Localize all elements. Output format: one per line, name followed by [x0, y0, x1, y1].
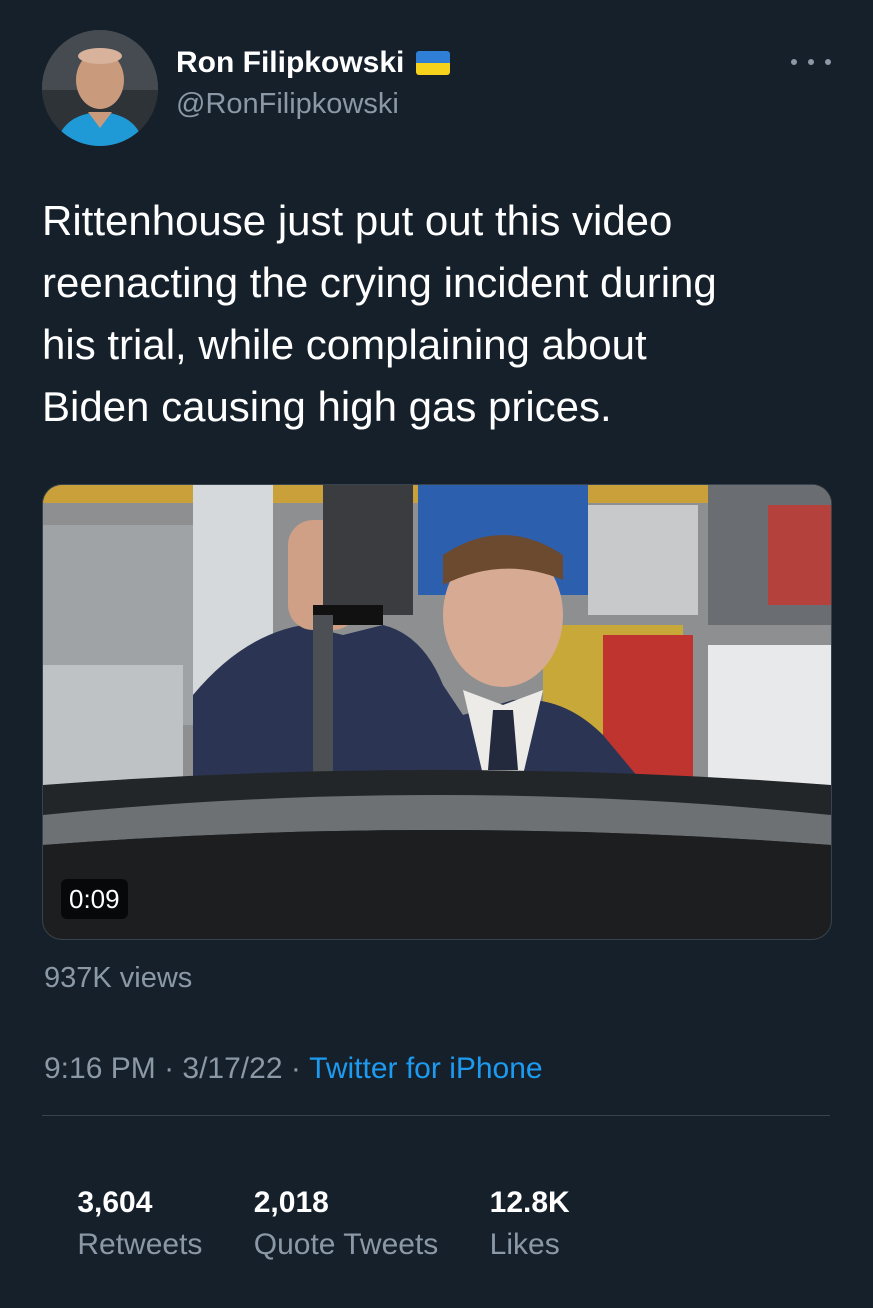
author-name-row: Ron Filipkowski: [176, 44, 451, 82]
quote-tweets-count: 2,018: [253, 1186, 329, 1219]
avatar-image: [42, 30, 158, 146]
author-name[interactable]: Ron Filipkowski: [176, 44, 404, 82]
meta-separator: ·: [155, 1052, 183, 1085]
tweet-time[interactable]: 9:16 PM: [44, 1048, 156, 1090]
meta-separator: ·: [282, 1052, 310, 1085]
author-avatar[interactable]: [42, 30, 158, 146]
likes-label: Likes: [489, 1228, 560, 1261]
retweets-stat[interactable]: 3,604 Retweets: [44, 1140, 202, 1308]
engagement-stats: 3,604 Retweets 2,018 Quote Tweets 12.8K …: [44, 1140, 596, 1308]
retweets-count: 3,604: [77, 1186, 153, 1219]
retweets-label: Retweets: [77, 1228, 203, 1261]
tweet-text: Rittenhouse just put out this video reen…: [42, 197, 717, 430]
video-player[interactable]: 0:09: [42, 484, 832, 940]
ukraine-flag-icon: [416, 51, 451, 75]
view-count: 937K views: [44, 962, 193, 994]
video-thumbnail: [43, 485, 831, 939]
quote-tweets-stat[interactable]: 2,018 Quote Tweets: [220, 1140, 439, 1308]
more-options-icon[interactable]: [791, 52, 831, 72]
tweet-date[interactable]: 3/17/22: [182, 1048, 282, 1090]
video-duration-badge: 0:09: [61, 879, 128, 919]
likes-stat[interactable]: 12.8K Likes: [456, 1140, 578, 1308]
tweet-source-link[interactable]: Twitter for iPhone: [309, 1048, 542, 1090]
author-handle[interactable]: @RonFilipkowski: [176, 86, 450, 122]
author-info: Ron Filipkowski @RonFilipkowski: [176, 44, 451, 122]
divider: [42, 1115, 830, 1116]
likes-count: 12.8K: [489, 1186, 570, 1219]
tweet-meta: 9:16 PM · 3/17/22 · Twitter for iPhone: [44, 1048, 543, 1090]
quote-tweets-label: Quote Tweets: [253, 1228, 439, 1261]
